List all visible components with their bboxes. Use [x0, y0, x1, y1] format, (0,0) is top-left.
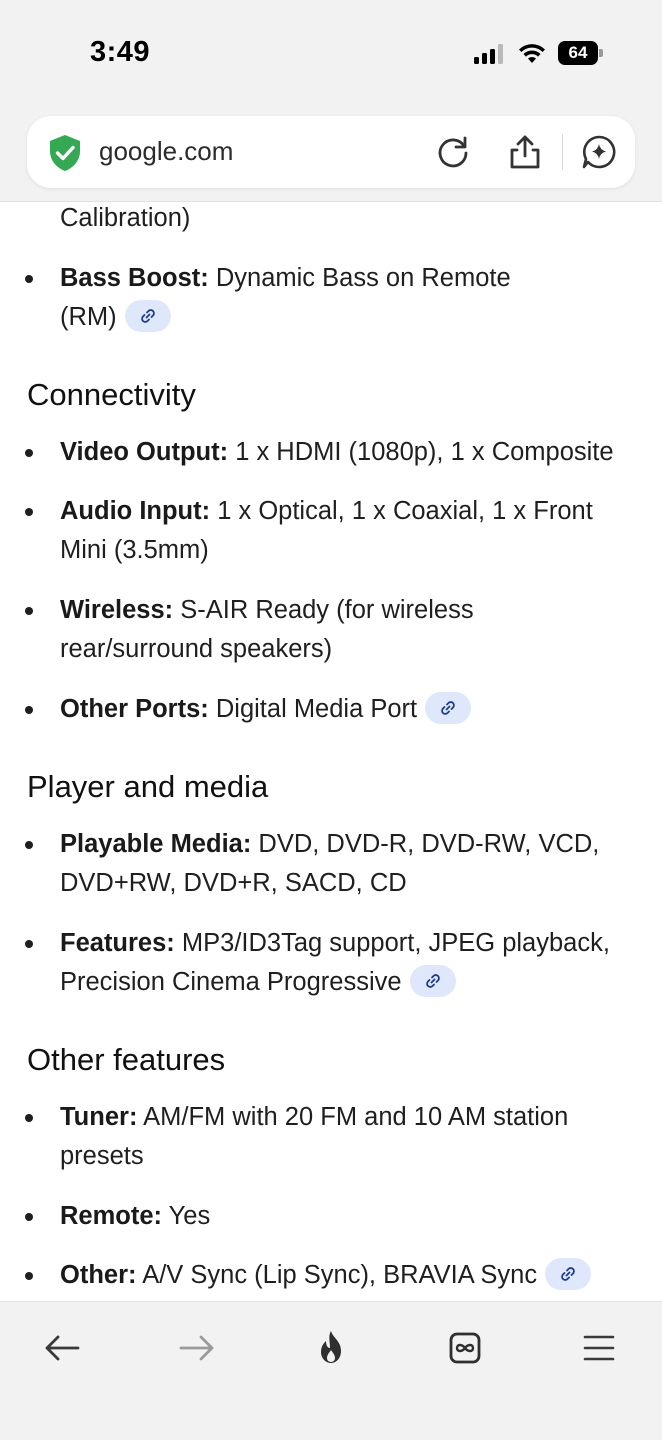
spec-text: 1 x HDMI (1080p), 1 x Composite	[235, 438, 614, 466]
spec-text-cont: Precision Cinema Progressive	[60, 965, 456, 999]
link-icon	[441, 701, 455, 716]
section-heading: Other features	[27, 1042, 226, 1077]
spec-text: Digital Media Port	[215, 695, 418, 723]
spec-item: Tuner: AM/FM with 20 FM and 10 AM statio…	[60, 1102, 568, 1132]
spec-label: Other Ports:	[60, 695, 209, 723]
spec-text: (RM)	[60, 303, 117, 331]
status-bar: 3:49 64	[0, 0, 662, 104]
intro-fragment: Calibration)	[60, 204, 191, 232]
spec-text: AM/FM with 20 FM and 10 AM station	[143, 1103, 569, 1131]
bottom-toolbar	[0, 1301, 662, 1440]
spec-label: Audio Input:	[60, 497, 211, 525]
spec-text: Dynamic Bass on Remote	[215, 264, 511, 292]
bullet	[25, 841, 33, 849]
bullet	[25, 607, 33, 615]
spec-item: Other Ports: Digital Media Port	[60, 692, 472, 726]
source-link-chip[interactable]	[425, 692, 472, 725]
bullet	[25, 1213, 33, 1221]
spec-item: Features: MP3/ID3Tag support, JPEG playb…	[60, 928, 610, 958]
spec-item: Wireless: S-AIR Ready (for wireless	[60, 595, 474, 625]
spec-item: Video Output: 1 x HDMI (1080p), 1 x Comp…	[60, 437, 614, 467]
spec-text: DVD, DVD-R, DVD-RW, VCD,	[258, 830, 600, 858]
spec-label: Bass Boost:	[60, 264, 209, 292]
flame-icon[interactable]	[311, 1328, 351, 1368]
spec-text: Yes	[168, 1202, 211, 1230]
spec-label: Features:	[60, 929, 175, 957]
ai-sparkle-icon[interactable]	[581, 134, 617, 170]
bullet	[25, 940, 33, 948]
url-text[interactable]: google.com	[99, 136, 233, 167]
spec-text-cont: presets	[60, 1142, 144, 1170]
bullet	[25, 275, 33, 283]
source-link-chip[interactable]	[545, 1258, 592, 1291]
link-icon	[140, 309, 155, 324]
tabs-infinity-icon[interactable]	[445, 1328, 485, 1368]
bullet	[25, 508, 33, 516]
spec-label: Wireless:	[60, 596, 174, 624]
spec-text: MP3/ID3Tag support, JPEG playback,	[181, 929, 610, 957]
spec-text: Precision Cinema Progressive	[60, 968, 402, 996]
forward-arrow-icon[interactable]	[177, 1328, 217, 1368]
spec-text: S-AIR Ready (for wireless	[180, 596, 474, 624]
spec-item: Playable Media: DVD, DVD-R, DVD-RW, VCD,	[60, 829, 599, 859]
spec-text: 1 x Optical, 1 x Coaxial, 1 x Front	[217, 497, 593, 525]
battery-icon: 64	[558, 41, 604, 65]
spec-text-cont: DVD+RW, DVD+R, SACD, CD	[60, 869, 407, 897]
spec-item: Audio Input: 1 x Optical, 1 x Coaxial, 1…	[60, 496, 593, 526]
spec-item-bass-boost: Bass Boost: Dynamic Bass on Remote	[60, 263, 511, 293]
wifi-icon	[519, 44, 545, 63]
source-link-chip[interactable]	[409, 965, 456, 998]
spec-text: A/V Sync (Lip Sync), BRAVIA Sync	[142, 1261, 538, 1289]
bullet	[25, 1272, 33, 1280]
section-heading: Connectivity	[27, 377, 196, 412]
address-bar[interactable]: google.com	[27, 116, 635, 188]
battery-percentage: 64	[568, 43, 588, 62]
bullet	[25, 706, 33, 714]
back-arrow-icon[interactable]	[42, 1328, 82, 1368]
spec-label: Playable Media:	[60, 830, 252, 858]
reload-icon[interactable]	[435, 134, 471, 170]
toolbar-divider	[562, 134, 563, 170]
section-heading: Player and media	[27, 769, 269, 804]
link-icon	[561, 1267, 575, 1282]
spec-label: Other:	[60, 1261, 137, 1289]
browser-toolbar: google.com	[0, 104, 662, 202]
spec-item: Remote: Yes	[60, 1201, 210, 1231]
spec-text-cont: rear/surround speakers)	[60, 635, 333, 663]
source-link-chip[interactable]	[124, 300, 171, 333]
shield-check-icon	[50, 135, 80, 171]
spec-text-cont: Mini (3.5mm)	[60, 536, 209, 564]
spec-item: Other: A/V Sync (Lip Sync), BRAVIA Sync	[60, 1258, 592, 1292]
share-icon[interactable]	[507, 134, 543, 170]
spec-label: Video Output:	[60, 438, 229, 466]
menu-icon[interactable]	[579, 1328, 619, 1368]
spec-label: Remote:	[60, 1202, 163, 1230]
cellular-signal-icon	[474, 44, 508, 64]
link-icon	[425, 974, 440, 989]
bullet	[25, 1114, 33, 1122]
page-content: Calibration) Bass Boost: Dynamic Bass on…	[0, 203, 662, 1301]
bullet	[25, 449, 33, 457]
status-time: 3:49	[90, 36, 151, 68]
spec-item-bass-boost-cont: (RM)	[60, 300, 171, 334]
spec-label: Tuner:	[60, 1103, 138, 1131]
